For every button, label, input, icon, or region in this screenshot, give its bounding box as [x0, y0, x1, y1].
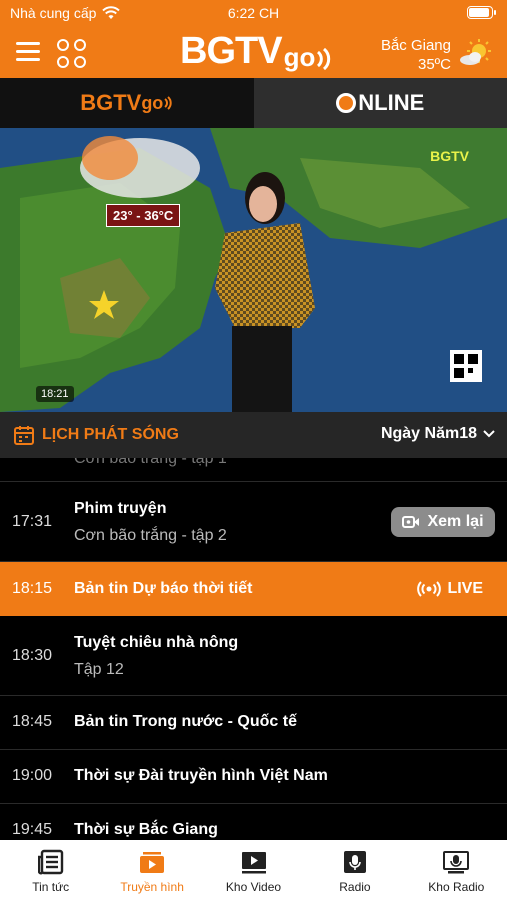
tab-bgtvgo[interactable]: BGTV go: [0, 78, 254, 128]
schedule-item-time: 18:30: [12, 647, 53, 664]
status-bar: Nhà cung cấp 6:22 CH: [0, 0, 507, 26]
schedule-item-time: 19:45: [12, 821, 53, 838]
channel-tabs: BGTV go NLINE: [0, 78, 507, 128]
battery-icon: [467, 6, 496, 19]
tab-online[interactable]: NLINE: [253, 78, 507, 128]
nav-label: Tin tức: [32, 880, 70, 894]
replay-label: Xem lại: [427, 513, 484, 530]
online-dot-icon: [336, 93, 357, 113]
tab-online-label: NLINE: [358, 90, 425, 115]
radio-library-icon: [443, 851, 470, 874]
live-label: LIVE: [447, 580, 483, 597]
replay-button[interactable]: Xem lại: [391, 507, 495, 537]
schedule-item-time: 18:45: [12, 713, 53, 730]
signal-waves-icon: [317, 48, 331, 70]
schedule-item-title: Tuyệt chiêu nhà nông: [74, 634, 239, 651]
selected-date: Ngày Năm18: [380, 425, 477, 442]
radio-icon: [343, 851, 366, 873]
chevron-down-icon: [483, 430, 495, 438]
sun-cloud-icon: [460, 39, 491, 65]
schedule-item-time: 18:15: [12, 580, 53, 597]
nav-item-video-library[interactable]: Kho Video: [203, 840, 304, 900]
nav-label: Truyền hình: [120, 880, 184, 894]
temperature-overlay: 23° - 36°C: [106, 204, 181, 227]
tv-icon: [140, 852, 165, 873]
nav-item-news[interactable]: Tin tức: [0, 840, 101, 900]
news-icon: [37, 849, 63, 875]
apps-grid-icon[interactable]: [57, 39, 87, 68]
schedule-item-subtitle: Cơn bão trắng - tập 1: [74, 458, 227, 467]
tab-bgtvgo-suffix: go: [141, 92, 164, 113]
app-header: Nhà cung cấp 6:22 CH BGTV go Bắc Giang 3…: [0, 0, 507, 78]
schedule-item[interactable]: 17:31 Phim truyện Cơn bão trắng - tập 2 …: [0, 482, 507, 562]
channel-watermark: BGTV: [430, 148, 469, 164]
schedule-item[interactable]: Cơn bão trắng - tập 1: [0, 458, 507, 482]
weather-widget[interactable]: Bắc Giang 35ºC: [381, 36, 451, 74]
calendar-icon: [14, 426, 34, 445]
video-library-icon: [241, 852, 266, 874]
video-camera-icon: [402, 516, 420, 528]
schedule-item[interactable]: 19:45 Thời sự Bắc Giang: [0, 804, 507, 840]
video-frame: [0, 128, 507, 412]
signal-waves-icon: [164, 96, 173, 110]
schedule-item-time: 17:31: [12, 513, 53, 530]
nav-label: Kho Video: [225, 880, 282, 894]
weather-temperature: 35ºC: [418, 56, 451, 73]
video-timestamp: 18:21: [36, 386, 74, 402]
schedule-item[interactable]: 18:30 Tuyệt chiêu nhà nông Tập 12: [0, 616, 507, 696]
status-time: 6:22 CH: [227, 5, 280, 21]
live-badge: LIVE: [417, 580, 483, 598]
nav-item-radio-library[interactable]: Kho Radio: [406, 840, 507, 900]
schedule-item[interactable]: 19:00 Thời sự Đài truyền hình Việt Nam: [0, 750, 507, 804]
schedule-item-title: Phim truyện: [74, 500, 167, 517]
schedule-item-live[interactable]: 18:15 Bản tin Dự báo thời tiết LIVE: [0, 562, 507, 616]
tab-bgtvgo-logo: BGTV: [80, 90, 142, 115]
logo-main-text: BGTV: [180, 30, 283, 72]
bottom-nav: Tin tức Truyền hình Kho Video Radio Kho …: [0, 840, 507, 900]
schedule-item-title: Bản tin Trong nước - Quốc tế: [74, 713, 297, 730]
video-player[interactable]: 23° - 36°C BGTV 18:21: [0, 128, 507, 412]
nav-label: Kho Radio: [428, 880, 485, 894]
schedule-list: Cơn bão trắng - tập 1 17:31 Phim truyện …: [0, 458, 507, 840]
nav-label: Radio: [339, 880, 371, 894]
weather-location: Bắc Giang: [380, 37, 451, 54]
schedule-item-title: Thời sự Đài truyền hình Việt Nam: [74, 767, 328, 784]
schedule-header: LỊCH PHÁT SÓNG Ngày Năm18: [0, 412, 507, 458]
schedule-item-subtitle: Tập 12: [74, 661, 124, 678]
schedule-item-time: 19:00: [12, 767, 53, 784]
nav-item-radio[interactable]: Radio: [304, 840, 405, 900]
schedule-title: LỊCH PHÁT SÓNG: [42, 426, 179, 443]
nav-item-tv[interactable]: Truyền hình: [101, 840, 202, 900]
schedule-item[interactable]: 18:45 Bản tin Trong nước - Quốc tế: [0, 696, 507, 750]
schedule-item-title: Bản tin Dự báo thời tiết: [74, 580, 253, 597]
schedule-item-subtitle: Cơn bão trắng - tập 2: [74, 527, 227, 544]
app-logo: BGTV go: [180, 30, 333, 70]
schedule-item-title: Thời sự Bắc Giang: [74, 821, 218, 838]
broadcast-icon: [417, 581, 442, 597]
logo-suffix-text: go: [283, 42, 316, 72]
menu-icon[interactable]: [16, 42, 40, 62]
date-selector[interactable]: Ngày Năm18: [381, 425, 495, 443]
